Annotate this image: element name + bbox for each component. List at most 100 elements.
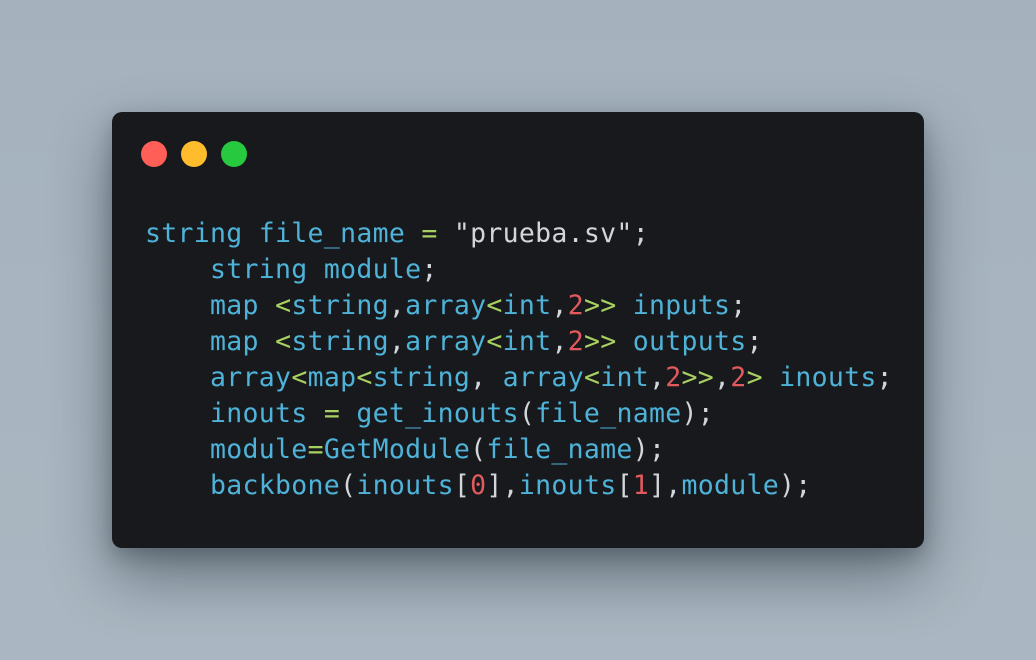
code-token: file_name: [535, 398, 682, 429]
code-token: backbone: [210, 470, 341, 501]
code-token: file_name: [258, 218, 406, 249]
code-token: =: [307, 434, 324, 465]
code-token: <: [275, 326, 292, 357]
code-token: module: [210, 434, 308, 465]
code-token: ,: [470, 362, 487, 393]
window-controls: [141, 141, 247, 167]
code-token: ,: [648, 362, 666, 393]
minimize-window-button[interactable]: [181, 141, 207, 167]
code-token: ,: [551, 290, 568, 321]
page-background: { "window": { "title_dots": [ {"name": "…: [0, 0, 1036, 660]
code-line: module=GetModule(file_name);: [145, 432, 893, 468]
code-token: ,: [388, 290, 406, 321]
code-token: inouts: [518, 470, 617, 501]
code-token: map: [210, 290, 259, 321]
code-token: =: [421, 218, 438, 249]
code-token: >>: [583, 326, 617, 357]
code-token: module: [681, 470, 780, 501]
code-token: int: [600, 362, 649, 393]
close-window-button[interactable]: [141, 141, 167, 167]
code-token: array: [405, 326, 487, 357]
code-token: string: [291, 290, 389, 321]
code-token: int: [502, 290, 552, 321]
code-token: =: [323, 398, 341, 429]
code-token: 2: [567, 290, 584, 321]
code-token: string: [372, 362, 471, 393]
code-token: inputs: [632, 290, 731, 321]
code-token: string: [210, 254, 308, 285]
code-token: [: [453, 470, 471, 501]
code-token: ],: [648, 470, 682, 501]
code-token: ,: [388, 326, 406, 357]
code-token: inouts: [356, 470, 454, 501]
code-token: module: [323, 254, 422, 285]
code-line: map <string,array<int,2>> inputs;: [145, 288, 893, 324]
code-token: <: [291, 362, 308, 393]
code-token: "prueba.sv": [453, 218, 633, 249]
code-token: >>: [681, 362, 715, 393]
code-token: (: [470, 434, 487, 465]
code-token: inouts: [210, 398, 308, 429]
code-token: string: [291, 326, 389, 357]
code-line: backbone(inouts[0],inouts[1],module);: [145, 468, 893, 504]
code-line: inouts = get_inouts(file_name);: [145, 396, 893, 432]
code-line: string file_name = "prueba.sv";: [145, 216, 893, 252]
code-token: array: [502, 362, 584, 393]
code-token: (: [518, 398, 536, 429]
maximize-window-button[interactable]: [221, 141, 247, 167]
code-token: get_inouts: [356, 398, 519, 429]
code-token: 2: [665, 362, 682, 393]
code-token: ;: [421, 254, 438, 285]
code-token: ;: [876, 362, 893, 393]
code-token: file_name: [486, 434, 633, 465]
code-token: ],: [486, 470, 519, 501]
code-token: >>: [583, 290, 617, 321]
code-token: >: [746, 362, 763, 393]
code-token: <: [583, 362, 601, 393]
code-token: <: [486, 326, 503, 357]
code-token: 0: [470, 470, 487, 501]
code-line: array<map<string, array<int,2>>,2> inout…: [145, 360, 893, 396]
code-line: map <string,array<int,2>> outputs;: [145, 324, 893, 360]
code-window: string file_name = "prueba.sv"; string m…: [112, 112, 924, 548]
code-token: );: [681, 398, 714, 429]
code-token: );: [779, 470, 812, 501]
code-token: array: [210, 362, 292, 393]
code-line: string module;: [145, 252, 893, 288]
code-token: ,: [714, 362, 731, 393]
code-token: <: [486, 290, 503, 321]
code-token: array: [405, 290, 487, 321]
code-token: GetModule: [323, 434, 471, 465]
code-token: ;: [730, 290, 747, 321]
code-token: 2: [567, 326, 584, 357]
code-token: 2: [730, 362, 747, 393]
code-token: int: [502, 326, 552, 357]
code-token: <: [275, 290, 292, 321]
code-token: ;: [632, 218, 649, 249]
code-token: (: [340, 470, 357, 501]
code-token: map: [210, 326, 259, 357]
code-token: );: [632, 434, 666, 465]
code-token: map: [307, 362, 357, 393]
code-block: string file_name = "prueba.sv"; string m…: [145, 216, 893, 504]
code-token: string: [145, 218, 243, 249]
code-token: ,: [551, 326, 568, 357]
